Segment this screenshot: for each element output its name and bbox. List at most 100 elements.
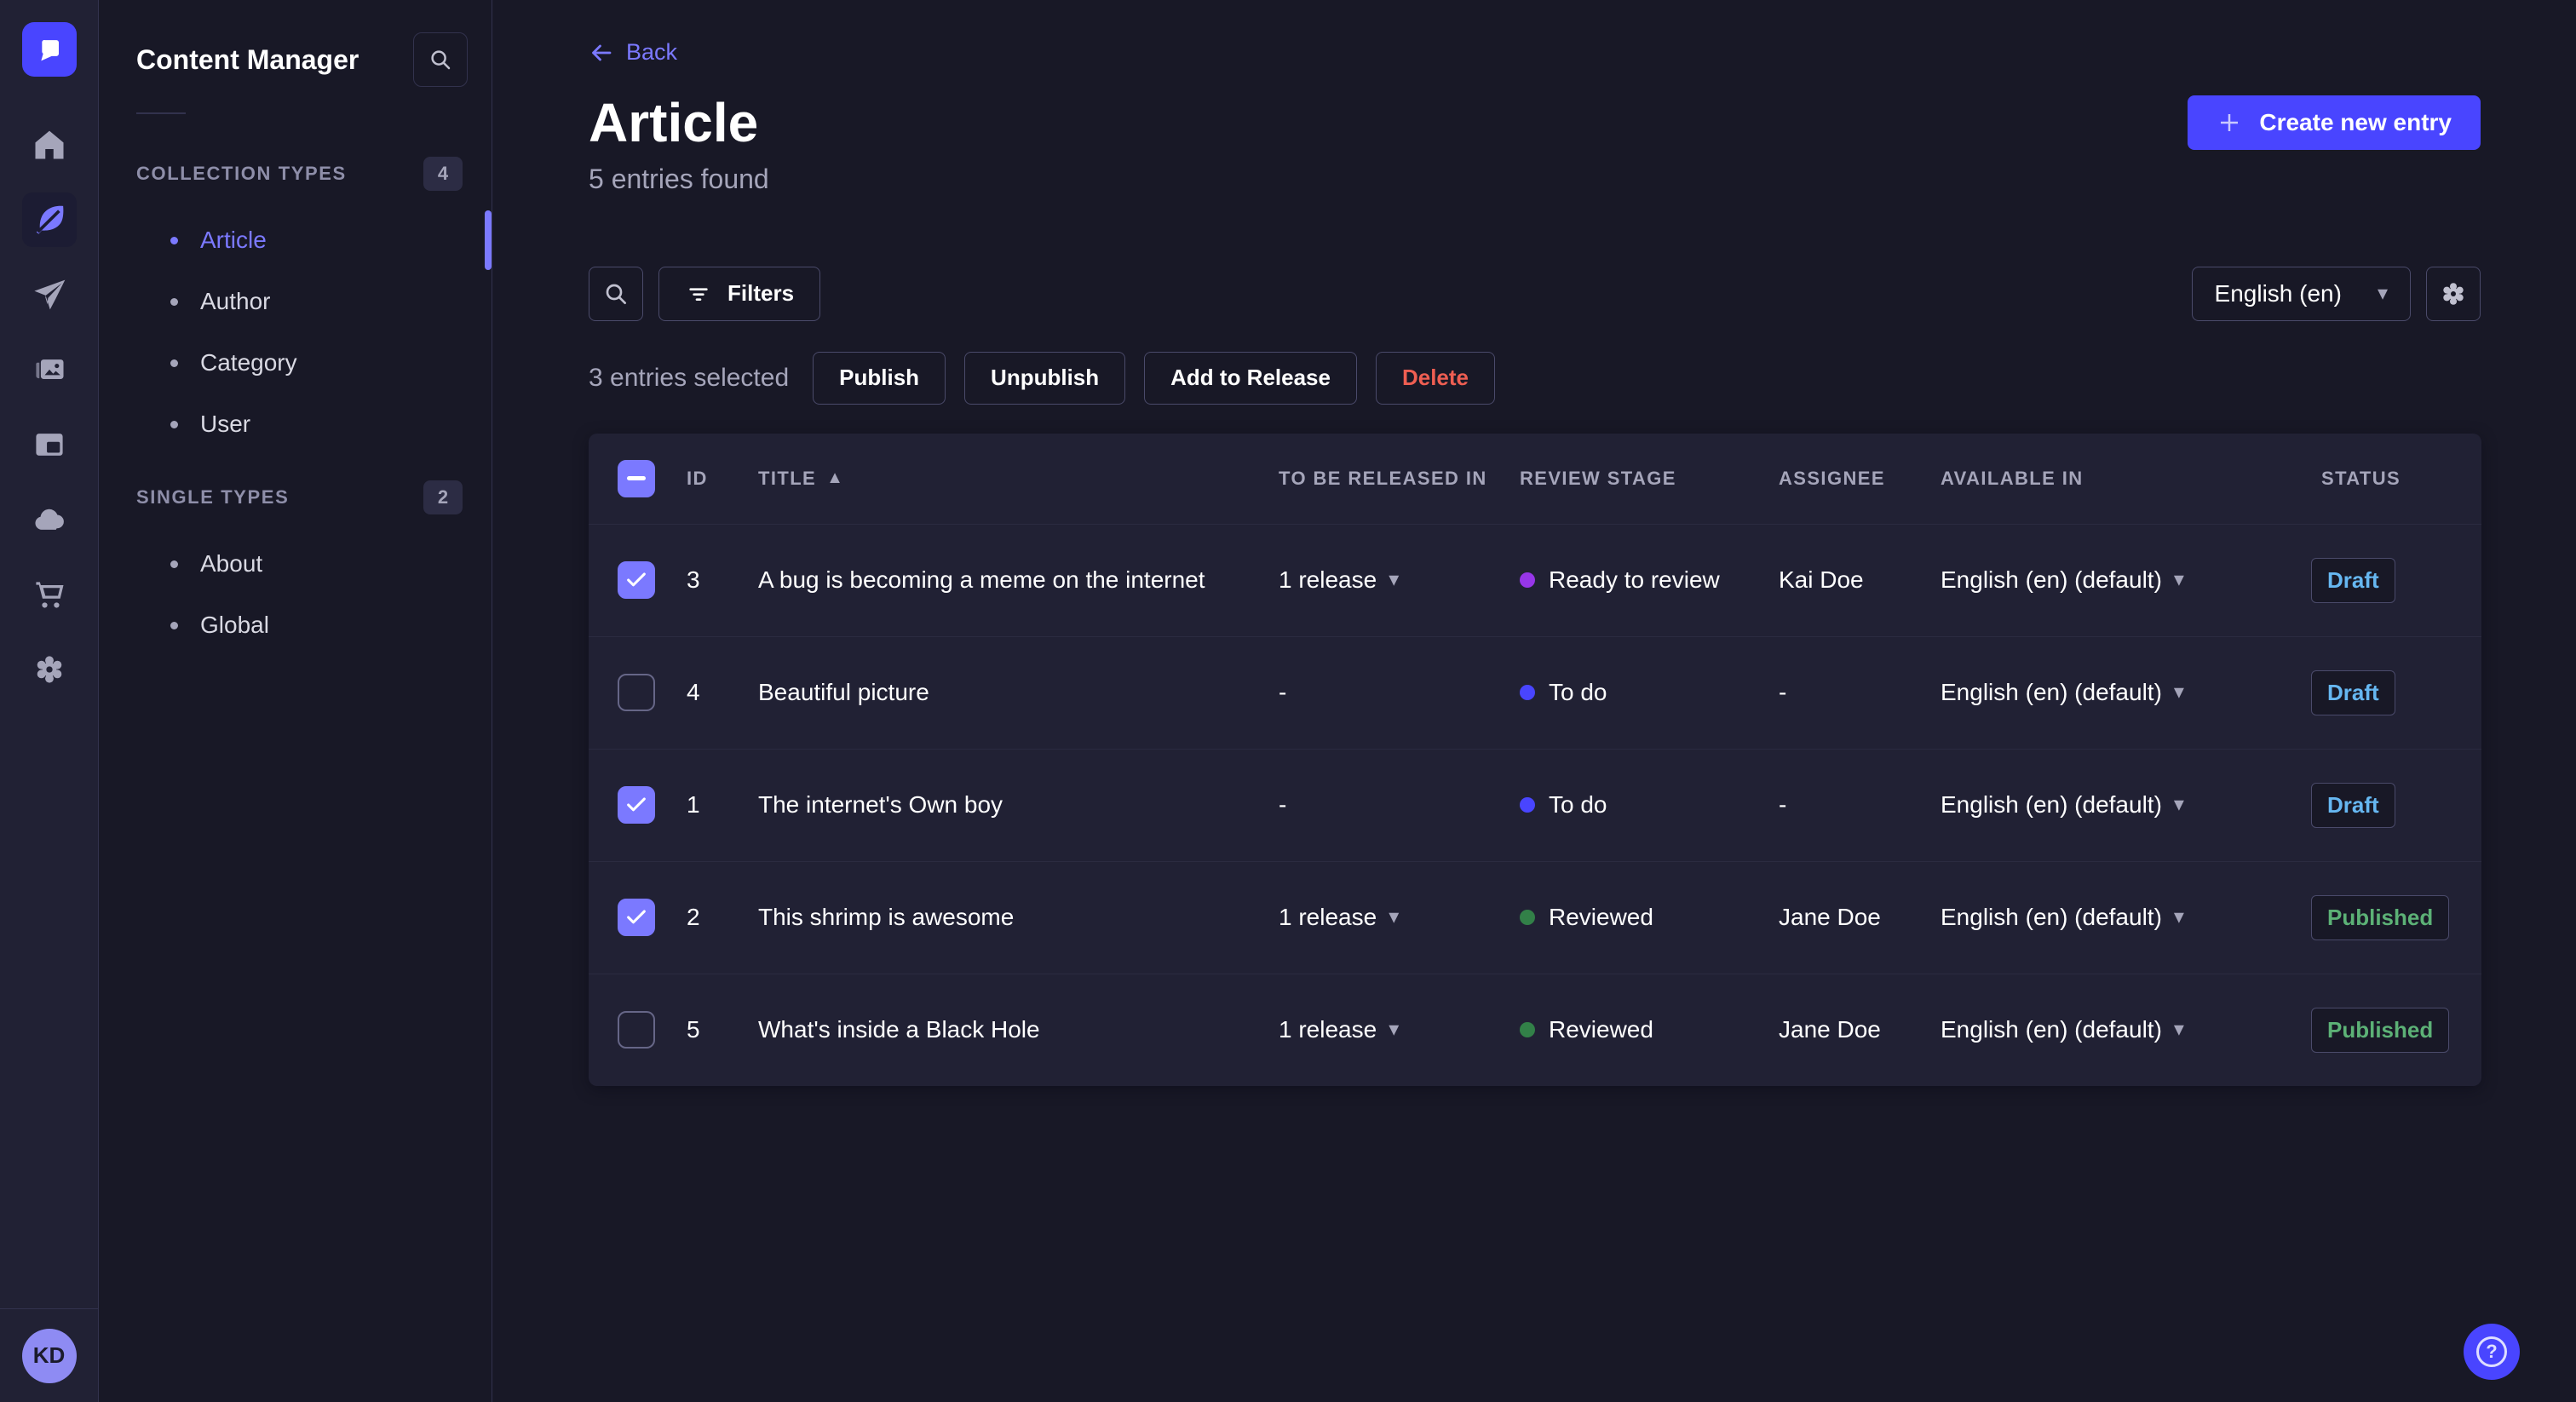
bullet-icon bbox=[170, 560, 178, 568]
column-header-title-label: TITLE bbox=[758, 467, 817, 489]
column-header-review-stage: REVIEW STAGE bbox=[1520, 467, 1676, 489]
table-header-row: ID TITLE ▲ TO BE RELEASED IN REVIEW STAG… bbox=[589, 434, 2481, 524]
cell-assignee: - bbox=[1779, 791, 1787, 818]
feather-content-manager-icon bbox=[21, 192, 77, 247]
cell-title: The internet's Own boy bbox=[758, 791, 1003, 818]
strapi-logo[interactable] bbox=[21, 22, 77, 77]
release-dropdown[interactable]: 1 release ▾ bbox=[1279, 566, 1399, 594]
chevron-down-icon: ▾ bbox=[2173, 568, 2184, 591]
chevron-down-icon: ▾ bbox=[2377, 281, 2388, 305]
sidebar-item-label: User bbox=[200, 411, 251, 437]
row-checkbox[interactable] bbox=[618, 674, 655, 711]
chevron-down-icon: ▾ bbox=[1389, 1018, 1400, 1041]
rail-item-content-type-builder[interactable] bbox=[0, 407, 99, 482]
release-dropdown[interactable]: 1 release ▾ bbox=[1279, 904, 1399, 931]
locale-dropdown[interactable]: English (en) (default) ▾ bbox=[1941, 1016, 2184, 1043]
gear-icon bbox=[2438, 279, 2469, 309]
table-row[interactable]: 4 Beautiful picture - To do - English (e… bbox=[589, 635, 2481, 749]
column-header-title[interactable]: TITLE ▲ bbox=[758, 468, 1279, 490]
user-avatar[interactable]: KD bbox=[21, 1328, 77, 1383]
add-to-release-button[interactable]: Add to Release bbox=[1144, 351, 1357, 405]
rail-item-releases[interactable] bbox=[0, 257, 99, 332]
locale-value: English (en) (default) bbox=[1941, 679, 2162, 705]
sidebar-item-category[interactable]: Category bbox=[99, 332, 492, 394]
cell-review-stage: To do bbox=[1520, 679, 1779, 706]
row-checkbox[interactable] bbox=[618, 561, 655, 599]
status-badge: Draft bbox=[2311, 557, 2395, 603]
row-checkbox[interactable] bbox=[618, 1011, 655, 1049]
strapi-logo-icon bbox=[40, 39, 59, 61]
table-row[interactable]: 3 A bug is becoming a meme on the intern… bbox=[589, 523, 2481, 636]
locale-select[interactable]: English (en) ▾ bbox=[2191, 266, 2411, 321]
layout-builder-icon bbox=[22, 417, 77, 472]
rail-item-media-library[interactable] bbox=[0, 332, 99, 407]
locale-selected-value: English (en) bbox=[2214, 279, 2342, 307]
filters-label: Filters bbox=[727, 280, 795, 306]
help-button[interactable]: ? bbox=[2464, 1324, 2520, 1380]
rail-item-deploy[interactable] bbox=[0, 482, 99, 557]
main-content: Back Article Create new entry 5 entries … bbox=[493, 0, 2576, 1402]
row-checkbox[interactable] bbox=[618, 899, 655, 936]
rail-item-content-manager[interactable] bbox=[0, 182, 99, 257]
column-header-id: ID bbox=[687, 467, 708, 489]
table-row[interactable]: 5 What's inside a Black Hole 1 release ▾ … bbox=[589, 973, 2481, 1086]
sidebar-item-article[interactable]: Article bbox=[99, 210, 492, 271]
cell-assignee: Kai Doe bbox=[1779, 566, 1864, 593]
select-all-checkbox[interactable] bbox=[618, 459, 655, 497]
search-icon bbox=[428, 47, 453, 72]
stage-dot-icon bbox=[1520, 797, 1535, 813]
cell-review-stage: Reviewed bbox=[1520, 904, 1779, 931]
status-badge: Draft bbox=[2311, 669, 2395, 715]
cell-id: 3 bbox=[687, 566, 700, 593]
bullet-icon bbox=[170, 297, 178, 306]
chevron-down-icon: ▾ bbox=[1389, 905, 1400, 928]
unpublish-button[interactable]: Unpublish bbox=[964, 351, 1126, 405]
publish-button[interactable]: Publish bbox=[813, 351, 946, 405]
row-checkbox[interactable] bbox=[618, 786, 655, 824]
filters-button[interactable]: Filters bbox=[658, 266, 821, 321]
plus-icon bbox=[2217, 110, 2242, 135]
list-settings-button[interactable] bbox=[2426, 266, 2481, 321]
back-link[interactable]: Back bbox=[589, 39, 677, 66]
release-dropdown[interactable]: 1 release ▾ bbox=[1279, 1016, 1399, 1043]
home-icon bbox=[22, 118, 77, 172]
list-search-button[interactable] bbox=[589, 266, 643, 321]
create-new-entry-button[interactable]: Create new entry bbox=[2188, 95, 2481, 150]
locale-dropdown[interactable]: English (en) (default) ▾ bbox=[1941, 791, 2184, 819]
cell-assignee: Jane Doe bbox=[1779, 1016, 1881, 1043]
status-badge: Draft bbox=[2311, 782, 2395, 828]
cell-released-in: - bbox=[1279, 679, 1287, 705]
rail-item-marketplace[interactable] bbox=[0, 557, 99, 632]
table-row[interactable]: 2 This shrimp is awesome 1 release ▾ Revi… bbox=[589, 860, 2481, 974]
bullet-icon bbox=[170, 621, 178, 629]
chevron-down-icon: ▾ bbox=[2173, 681, 2184, 704]
status-badge: Published bbox=[2311, 894, 2450, 940]
sidebar-item-global[interactable]: Global bbox=[99, 595, 492, 656]
content-search-button[interactable] bbox=[413, 32, 468, 87]
cell-id: 5 bbox=[687, 1016, 700, 1043]
chevron-down-icon: ▾ bbox=[2173, 905, 2184, 928]
indeterminate-dash-icon bbox=[627, 476, 646, 480]
delete-button[interactable]: Delete bbox=[1375, 351, 1496, 405]
sidebar-item-author[interactable]: Author bbox=[99, 271, 492, 332]
cart-icon bbox=[22, 567, 77, 622]
sidebar-item-about[interactable]: About bbox=[99, 533, 492, 595]
rail-item-home[interactable] bbox=[0, 107, 99, 182]
cell-review-stage: Ready to review bbox=[1520, 566, 1779, 594]
locale-dropdown[interactable]: English (en) (default) ▾ bbox=[1941, 679, 2184, 706]
rail-item-settings[interactable] bbox=[0, 632, 99, 707]
locale-dropdown[interactable]: English (en) (default) ▾ bbox=[1941, 904, 2184, 931]
column-header-status: STATUS bbox=[2321, 467, 2401, 489]
filter-icon bbox=[685, 280, 712, 307]
cell-title: This shrimp is awesome bbox=[758, 904, 1015, 930]
stage-dot-icon bbox=[1520, 572, 1535, 588]
question-mark-icon: ? bbox=[2476, 1336, 2507, 1367]
content-manager-subnav: Content Manager COLLECTION TYPES 4 Artic… bbox=[99, 0, 492, 1402]
release-value: 1 release bbox=[1279, 904, 1377, 930]
cell-assignee: - bbox=[1779, 679, 1787, 705]
stage-dot-icon bbox=[1520, 685, 1535, 700]
locale-dropdown[interactable]: English (en) (default) ▾ bbox=[1941, 566, 2184, 594]
sidebar-item-label: Global bbox=[200, 612, 269, 638]
table-row[interactable]: 1 The internet's Own boy - To do - Engli… bbox=[589, 748, 2481, 861]
sidebar-item-user[interactable]: User bbox=[99, 394, 492, 455]
